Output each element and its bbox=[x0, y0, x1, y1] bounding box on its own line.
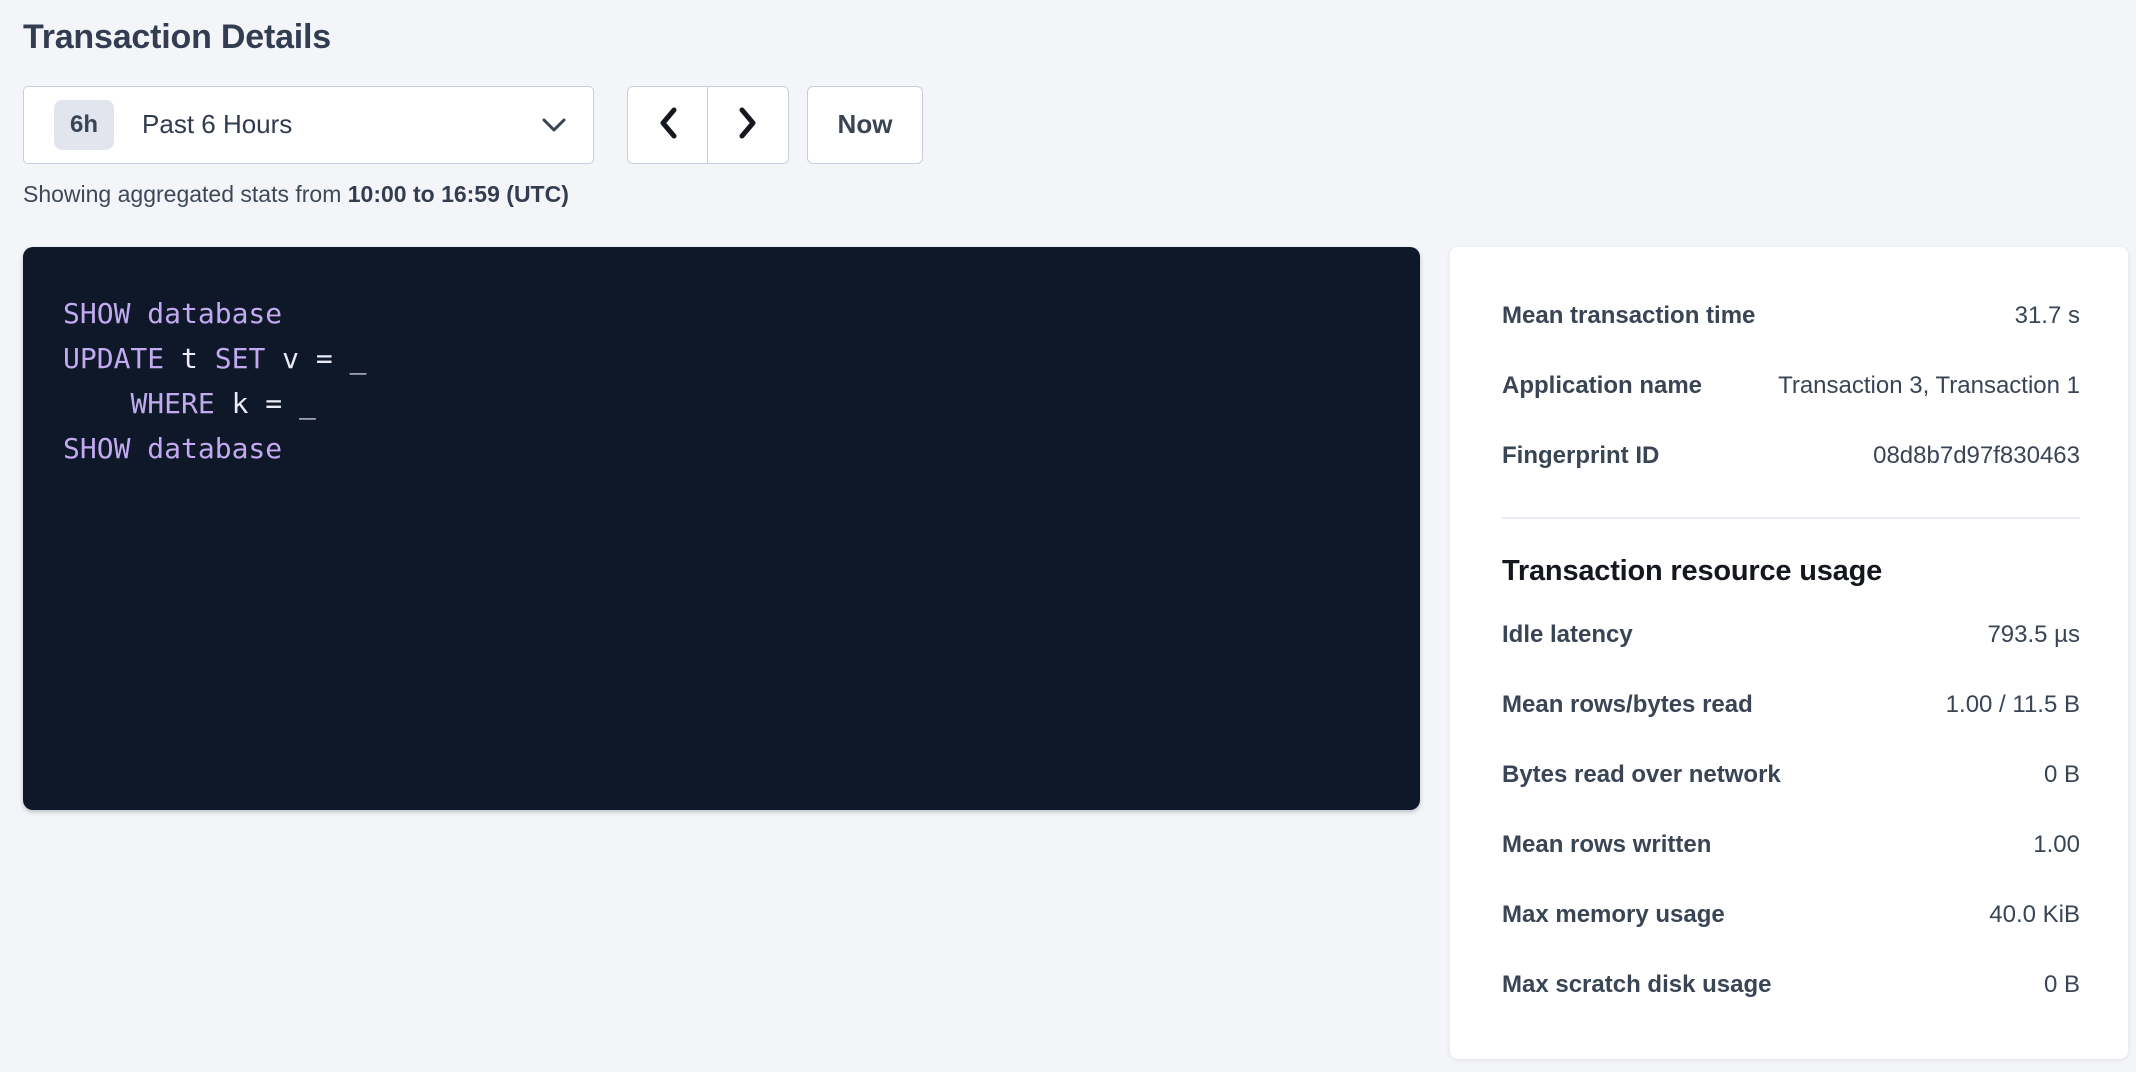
summary-row-label: Fingerprint ID bbox=[1502, 442, 1659, 470]
summary-row-value: 31.7 s bbox=[2015, 302, 2080, 330]
summary-row-mean-rows-bytes-read: Mean rows/bytes read 1.00 / 11.5 B bbox=[1502, 670, 2080, 740]
summary-row-label: Max scratch disk usage bbox=[1502, 971, 1771, 999]
summary-row-label: Idle latency bbox=[1502, 621, 1633, 649]
sql-statements: SHOW database UPDATE t SET v = _ WHERE k… bbox=[63, 291, 1380, 471]
chevron-down-icon bbox=[541, 117, 567, 133]
time-range-arrows bbox=[627, 86, 789, 164]
sql-token: k = _ bbox=[215, 387, 316, 420]
chevron-right-icon bbox=[736, 106, 760, 143]
summary-row-max-scratch-disk-usage: Max scratch disk usage 0 B bbox=[1502, 950, 2080, 1020]
summary-row-idle-latency: Idle latency 793.5 µs bbox=[1502, 600, 2080, 670]
sql-token: SHOW database bbox=[63, 297, 282, 330]
next-time-range-button[interactable] bbox=[708, 87, 788, 163]
chevron-left-icon bbox=[656, 106, 680, 143]
aggregation-range-prefix: Showing aggregated stats from bbox=[23, 181, 348, 207]
summary-row-mean-transaction-time: Mean transaction time 31.7 s bbox=[1502, 281, 2080, 351]
card-divider bbox=[1502, 517, 2080, 519]
summary-row-label: Mean transaction time bbox=[1502, 302, 1755, 330]
page-title: Transaction Details bbox=[23, 16, 2128, 59]
sql-token: SET bbox=[215, 342, 266, 375]
summary-row-max-memory-usage: Max memory usage 40.0 KiB bbox=[1502, 880, 2080, 950]
summary-row-label: Mean rows/bytes read bbox=[1502, 691, 1753, 719]
summary-row-label: Mean rows written bbox=[1502, 831, 1711, 859]
time-range-dropdown[interactable]: 6h Past 6 Hours bbox=[23, 86, 594, 164]
sql-token: UPDATE bbox=[63, 342, 164, 375]
time-range-label: Past 6 Hours bbox=[142, 109, 292, 140]
time-controls: 6h Past 6 Hours bbox=[23, 86, 2128, 164]
sql-token bbox=[63, 387, 130, 420]
sql-token: SHOW database bbox=[63, 432, 282, 465]
now-button[interactable]: Now bbox=[807, 86, 923, 164]
summary-row-value: 08d8b7d97f830463 bbox=[1873, 442, 2080, 470]
sql-token: v = _ bbox=[265, 342, 366, 375]
time-range-badge: 6h bbox=[54, 100, 114, 150]
transaction-summary-card: Mean transaction time 31.7 s Application… bbox=[1450, 247, 2128, 1059]
summary-row-label: Application name bbox=[1502, 372, 1702, 400]
resource-usage-heading: Transaction resource usage bbox=[1502, 555, 2080, 588]
summary-row-value: Transaction 3, Transaction 1 bbox=[1778, 372, 2080, 400]
summary-row-value: 40.0 KiB bbox=[1989, 901, 2080, 929]
aggregation-range-value: 10:00 to 16:59 (UTC) bbox=[348, 181, 569, 207]
summary-row-mean-rows-written: Mean rows written 1.00 bbox=[1502, 810, 2080, 880]
resource-usage-rows: Idle latency 793.5 µs Mean rows/bytes re… bbox=[1502, 600, 2080, 1020]
summary-row-value: 793.5 µs bbox=[1987, 621, 2080, 649]
prev-time-range-button[interactable] bbox=[628, 87, 708, 163]
sql-token: t bbox=[164, 342, 215, 375]
transaction-sql-panel: SHOW database UPDATE t SET v = _ WHERE k… bbox=[23, 247, 1420, 810]
summary-row-label: Max memory usage bbox=[1502, 901, 1725, 929]
summary-row-application-name: Application name Transaction 3, Transact… bbox=[1502, 351, 2080, 421]
summary-row-value: 1.00 / 11.5 B bbox=[1946, 691, 2080, 719]
main-content: SHOW database UPDATE t SET v = _ WHERE k… bbox=[23, 247, 2128, 1059]
sql-token: WHERE bbox=[130, 387, 214, 420]
summary-row-value: 0 B bbox=[2044, 971, 2080, 999]
summary-row-fingerprint-id: Fingerprint ID 08d8b7d97f830463 bbox=[1502, 421, 2080, 491]
summary-row-label: Bytes read over network bbox=[1502, 761, 1781, 789]
summary-row-bytes-read-over-network: Bytes read over network 0 B bbox=[1502, 740, 2080, 810]
summary-row-value: 1.00 bbox=[2033, 831, 2080, 859]
transaction-details-page: Transaction Details 6h Past 6 Hours bbox=[0, 0, 2136, 1072]
aggregation-range-text: Showing aggregated stats from 10:00 to 1… bbox=[23, 181, 2128, 208]
summary-row-value: 0 B bbox=[2044, 761, 2080, 789]
